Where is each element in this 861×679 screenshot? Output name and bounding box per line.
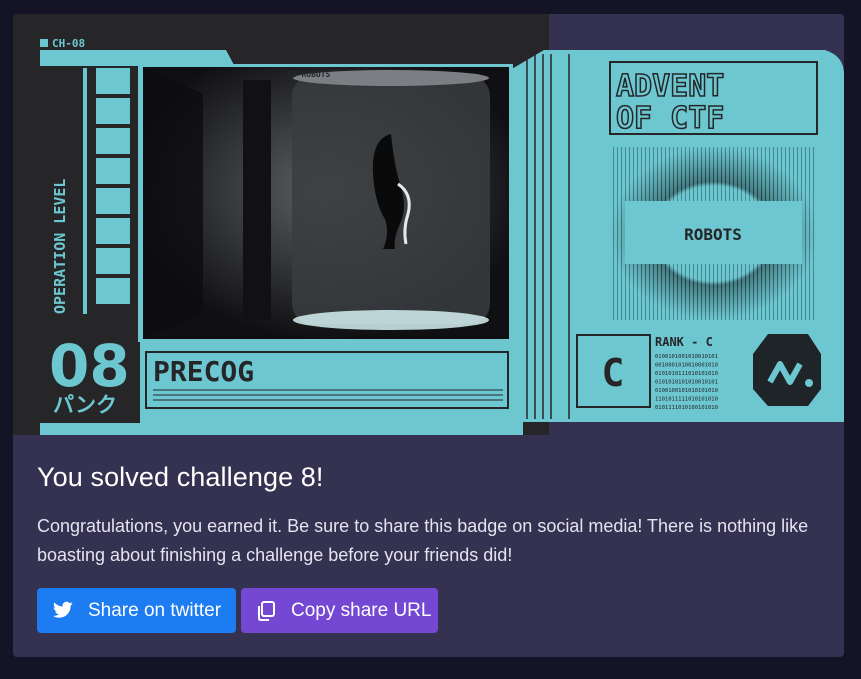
- badge-binary-line: 0101111010100101010: [655, 405, 718, 411]
- badge-operation-level: OPERATION LEVEL: [51, 179, 69, 314]
- badge-tab-label: 08 ROBOTS: [287, 70, 331, 79]
- badge-binary-line: 0100100101010101010: [655, 388, 718, 394]
- badge-katakana: パンク: [53, 393, 117, 417]
- challenge-solved-card: CH-08 OPERATION LEVEL 08 パンク 08 ROBOTS P…: [13, 14, 844, 657]
- badge-binary-line: 1101011111010101010: [655, 397, 718, 403]
- badge-number: 08: [49, 332, 130, 400]
- badge-binary-line: 0010001010010001010: [655, 363, 718, 369]
- badge-binary-line: 0101010111010101010: [655, 371, 718, 377]
- twitter-icon: [53, 601, 73, 621]
- badge-binary-line: 0100101001010010101: [655, 354, 718, 360]
- copy-icon: [257, 600, 277, 621]
- share-twitter-label: Share on twitter: [88, 599, 222, 621]
- badge-brand-line1: ADVENT: [616, 69, 724, 104]
- copy-share-url-button[interactable]: Copy share URL: [241, 588, 438, 633]
- success-title: You solved challenge 8!: [37, 462, 324, 492]
- badge-binary-line: 0101010101010010101: [655, 380, 718, 386]
- advent-ctf-logo-icon: [753, 334, 821, 406]
- badge-channel-label: CH-08: [52, 37, 85, 50]
- badge-rank-letter: C: [602, 351, 625, 395]
- badge-name: PRECOG: [153, 355, 254, 388]
- challenge-badge-image: CH-08 OPERATION LEVEL 08 パンク 08 ROBOTS P…: [13, 14, 844, 435]
- copy-share-url-label: Copy share URL: [291, 599, 432, 621]
- share-twitter-button[interactable]: Share on twitter: [37, 588, 236, 633]
- badge-brand-line2: OF CTF: [616, 101, 724, 136]
- badge-category: ROBOTS: [684, 225, 742, 244]
- badge-rank: RANK - C: [655, 335, 713, 349]
- success-message: Congratulations, you earned it. Be sure …: [37, 516, 809, 565]
